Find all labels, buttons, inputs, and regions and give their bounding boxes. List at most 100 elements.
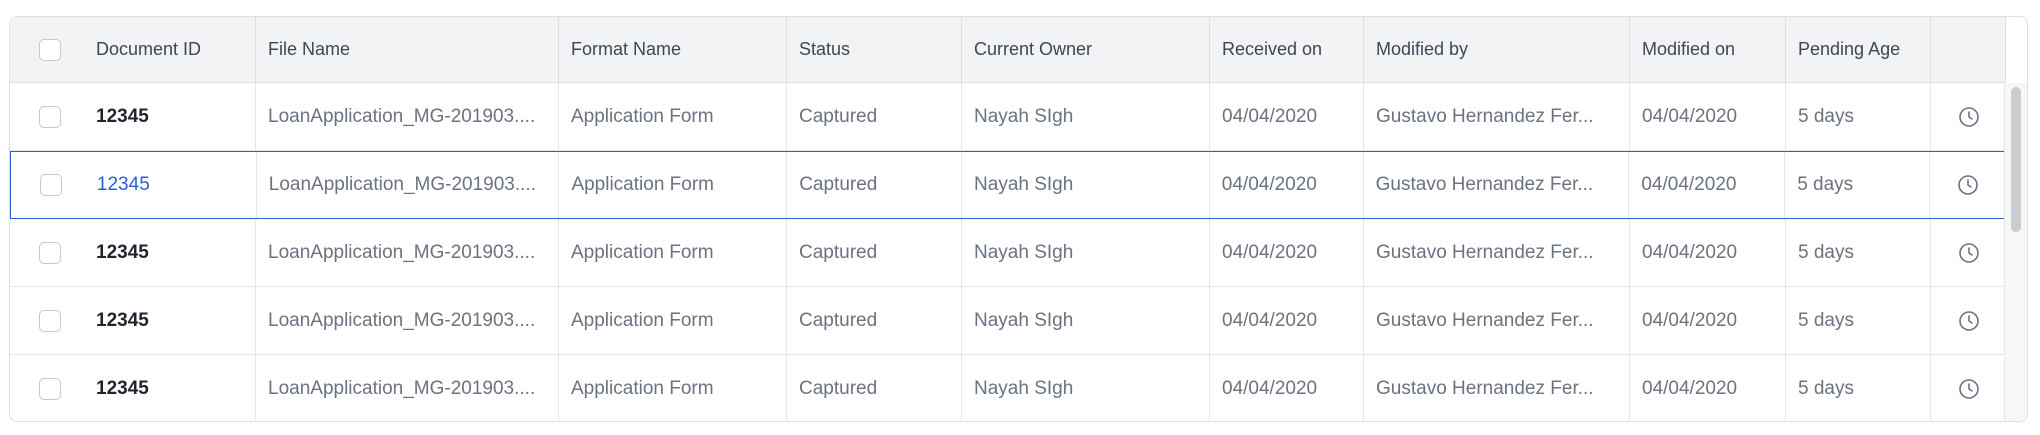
table-row[interactable]: 12345 LoanApplication_MG-201903.... Applic… xyxy=(10,151,2006,219)
modified-on-cell: 04/04/2020 xyxy=(1630,355,1786,421)
scrollbar-thumb[interactable] xyxy=(2011,87,2021,232)
modified-by-text: Gustavo Hernandez Fer... xyxy=(1376,105,1594,127)
row-actions-cell xyxy=(1931,219,2006,286)
pending-age-cell: 5 days xyxy=(1786,287,1931,354)
modified-on-text: 04/04/2020 xyxy=(1642,241,1738,263)
status-text: Captured xyxy=(799,309,878,331)
pending-age-text: 5 days xyxy=(1798,105,1854,127)
status-cell: Captured xyxy=(787,287,962,354)
current-owner-cell: Nayah SIgh xyxy=(962,152,1210,218)
modified-on-text: 04/04/2020 xyxy=(1642,377,1738,399)
column-header-actions xyxy=(1931,17,2006,82)
column-header-format-name[interactable]: Format Name xyxy=(559,17,787,82)
pending-age-cell: 5 days xyxy=(1786,83,1931,150)
document-id-cell[interactable]: 12345 xyxy=(90,219,256,286)
row-checkbox-cell xyxy=(10,219,90,286)
file-name-cell: LoanApplication_MG-201903.... xyxy=(257,152,560,218)
status-cell: Captured xyxy=(787,355,962,421)
received-on-cell: 04/04/2020 xyxy=(1210,219,1364,286)
vertical-scrollbar[interactable] xyxy=(2004,83,2027,421)
current-owner-text: Nayah SIgh xyxy=(974,309,1074,331)
column-header-file-name[interactable]: File Name xyxy=(256,17,559,82)
received-on-text: 04/04/2020 xyxy=(1222,241,1318,263)
current-owner-text: Nayah SIgh xyxy=(974,377,1074,399)
document-id-cell[interactable]: 12345 xyxy=(90,287,256,354)
column-header-status[interactable]: Status xyxy=(787,17,962,82)
format-name-text: Application Form xyxy=(571,241,714,263)
clock-icon[interactable] xyxy=(1957,174,1979,196)
modified-on-cell: 04/04/2020 xyxy=(1629,152,1786,218)
document-id-cell[interactable]: 12345 xyxy=(91,152,257,218)
modified-on-cell: 04/04/2020 xyxy=(1630,219,1786,286)
column-header-current-owner[interactable]: Current Owner xyxy=(962,17,1210,82)
row-checkbox[interactable] xyxy=(39,105,61,128)
file-name-text: LoanApplication_MG-201903.... xyxy=(268,377,536,399)
table-row[interactable]: 12345 LoanApplication_MG-201903.... Applic… xyxy=(10,355,2006,421)
row-actions-cell xyxy=(1931,355,2006,421)
column-header-document-id[interactable]: Document ID xyxy=(90,17,256,82)
table-row[interactable]: 12345 LoanApplication_MG-201903.... Applic… xyxy=(10,219,2006,287)
column-header-pending-age[interactable]: Pending Age xyxy=(1786,17,1931,82)
format-name-text: Application Form xyxy=(571,105,714,127)
received-on-text: 04/04/2020 xyxy=(1222,377,1318,399)
received-on-text: 04/04/2020 xyxy=(1222,105,1318,127)
document-id-cell[interactable]: 12345 xyxy=(90,83,256,150)
received-on-text: 04/04/2020 xyxy=(1222,309,1318,331)
modified-by-cell: Gustavo Hernandez Fer... xyxy=(1364,355,1630,421)
document-id-link[interactable]: 12345 xyxy=(96,310,149,332)
current-owner-cell: Nayah SIgh xyxy=(962,287,1210,354)
documents-table: Document ID File Name Format Name Status… xyxy=(9,16,2028,422)
modified-on-cell: 04/04/2020 xyxy=(1630,83,1786,150)
pending-age-text: 5 days xyxy=(1797,174,1854,195)
current-owner-text: Nayah SIgh xyxy=(974,241,1074,263)
document-id-link[interactable]: 12345 xyxy=(96,106,149,128)
format-name-text: Application Form xyxy=(571,309,714,331)
clock-icon[interactable] xyxy=(1958,106,1980,128)
row-checkbox[interactable] xyxy=(39,241,61,264)
modified-on-text: 04/04/2020 xyxy=(1641,174,1737,195)
row-checkbox[interactable] xyxy=(39,377,61,400)
modified-by-cell: Gustavo Hernandez Fer... xyxy=(1364,287,1630,354)
row-checkbox[interactable] xyxy=(39,309,61,332)
table-row[interactable]: 12345 LoanApplication_MG-201903.... Applic… xyxy=(10,83,2006,151)
document-id-link[interactable]: 12345 xyxy=(96,242,149,264)
row-checkbox-cell xyxy=(11,152,91,218)
file-name-text: LoanApplication_MG-201903.... xyxy=(268,105,536,127)
document-id-cell[interactable]: 12345 xyxy=(90,355,256,421)
current-owner-cell: Nayah SIgh xyxy=(962,355,1210,421)
column-header-modified-by[interactable]: Modified by xyxy=(1364,17,1630,82)
select-all-checkbox[interactable] xyxy=(39,38,61,61)
column-header-modified-on[interactable]: Modified on xyxy=(1630,17,1786,82)
clock-icon[interactable] xyxy=(1958,378,1980,400)
row-checkbox[interactable] xyxy=(39,174,62,196)
table-row[interactable]: 12345 LoanApplication_MG-201903.... Applic… xyxy=(10,287,2006,355)
format-name-text: Application Form xyxy=(571,174,714,195)
clock-icon[interactable] xyxy=(1958,242,1980,264)
modified-by-cell: Gustavo Hernandez Fer... xyxy=(1364,219,1630,286)
received-on-cell: 04/04/2020 xyxy=(1210,355,1364,421)
file-name-text: LoanApplication_MG-201903.... xyxy=(268,309,536,331)
file-name-cell: LoanApplication_MG-201903.... xyxy=(256,287,559,354)
column-header-received-on[interactable]: Received on xyxy=(1210,17,1364,82)
status-cell: Captured xyxy=(787,219,962,286)
modified-on-text: 04/04/2020 xyxy=(1642,309,1738,331)
modified-on-cell: 04/04/2020 xyxy=(1630,287,1786,354)
pending-age-cell: 5 days xyxy=(1785,152,1931,218)
document-id-link[interactable]: 12345 xyxy=(96,378,149,400)
format-name-text: Application Form xyxy=(571,377,714,399)
row-checkbox-cell xyxy=(10,83,90,150)
modified-on-text: 04/04/2020 xyxy=(1642,105,1738,127)
received-on-text: 04/04/2020 xyxy=(1221,174,1317,195)
modified-by-text: Gustavo Hernandez Fer... xyxy=(1376,309,1594,331)
pending-age-cell: 5 days xyxy=(1786,355,1931,421)
status-text: Captured xyxy=(799,174,878,195)
table-header: Document ID File Name Format Name Status… xyxy=(10,17,2006,83)
format-name-cell: Application Form xyxy=(559,287,787,354)
received-on-cell: 04/04/2020 xyxy=(1210,152,1364,218)
pending-age-cell: 5 days xyxy=(1786,219,1931,286)
document-id-link[interactable]: 12345 xyxy=(97,174,150,196)
status-cell: Captured xyxy=(787,83,962,150)
received-on-cell: 04/04/2020 xyxy=(1210,83,1364,150)
file-name-cell: LoanApplication_MG-201903.... xyxy=(256,355,559,421)
clock-icon[interactable] xyxy=(1958,310,1980,332)
